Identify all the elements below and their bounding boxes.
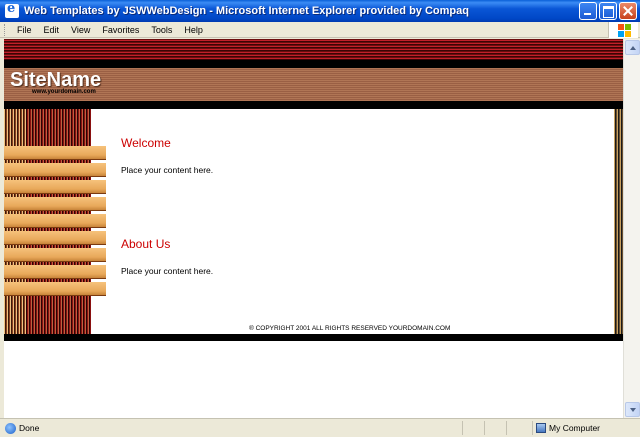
about-heading: About Us bbox=[121, 237, 171, 251]
nav-button[interactable] bbox=[4, 180, 106, 194]
nav-button[interactable] bbox=[4, 265, 106, 279]
menu-bar: File Edit View Favorites Tools Help bbox=[0, 22, 640, 38]
top-stripe-decoration bbox=[4, 39, 623, 60]
vertical-scrollbar[interactable] bbox=[623, 39, 640, 418]
windows-logo-icon bbox=[608, 22, 638, 38]
window-title-bar[interactable]: Web Templates by JSWWebDesign - Microsof… bbox=[0, 0, 640, 22]
page-done-icon bbox=[5, 422, 16, 434]
welcome-heading: Welcome bbox=[121, 136, 171, 150]
close-button[interactable] bbox=[619, 2, 637, 20]
minimize-button[interactable] bbox=[579, 2, 597, 20]
header-divider bbox=[4, 60, 623, 68]
nav-button[interactable] bbox=[4, 282, 106, 296]
zone-label: My Computer bbox=[549, 423, 601, 433]
copyright-text: ® COPYRIGHT 2001 ALL RIGHTS RESERVED YOU… bbox=[249, 325, 451, 332]
status-bar: Done My Computer bbox=[0, 418, 640, 437]
window-title: Web Templates by JSWWebDesign - Microsof… bbox=[24, 5, 469, 17]
status-pane bbox=[484, 421, 506, 435]
ie-icon bbox=[5, 1, 19, 18]
right-stripe-decoration bbox=[614, 109, 623, 334]
menu-favorites[interactable]: Favorites bbox=[96, 25, 145, 35]
nav-button[interactable] bbox=[4, 146, 106, 160]
toolbar-grip bbox=[4, 23, 7, 36]
page-viewport: SiteName www.yourdomain.com Welcome Plac… bbox=[4, 39, 623, 418]
computer-icon bbox=[536, 423, 546, 433]
maximize-button[interactable] bbox=[599, 2, 617, 20]
window-controls bbox=[579, 2, 637, 20]
scroll-up-button[interactable] bbox=[625, 40, 640, 55]
menu-edit[interactable]: Edit bbox=[38, 25, 66, 35]
about-body: Place your content here. bbox=[121, 266, 214, 276]
header-divider-bottom bbox=[4, 101, 623, 109]
nav-button[interactable] bbox=[4, 214, 106, 228]
security-zone: My Computer bbox=[532, 421, 600, 435]
status-text: Done bbox=[19, 423, 40, 433]
menu-file[interactable]: File bbox=[11, 25, 38, 35]
nav-button[interactable] bbox=[4, 248, 106, 262]
site-url: www.yourdomain.com bbox=[32, 89, 96, 95]
status-pane bbox=[506, 421, 528, 435]
menu-help[interactable]: Help bbox=[178, 25, 209, 35]
side-nav bbox=[4, 146, 106, 299]
scroll-down-button[interactable] bbox=[625, 402, 640, 417]
welcome-body: Place your content here. bbox=[121, 165, 214, 175]
menu-view[interactable]: View bbox=[65, 25, 96, 35]
status-pane bbox=[462, 421, 484, 435]
nav-button[interactable] bbox=[4, 163, 106, 177]
status-panes bbox=[462, 421, 528, 435]
nav-button[interactable] bbox=[4, 231, 106, 245]
footer-band bbox=[4, 334, 623, 341]
nav-button[interactable] bbox=[4, 197, 106, 211]
menu-tools[interactable]: Tools bbox=[145, 25, 178, 35]
